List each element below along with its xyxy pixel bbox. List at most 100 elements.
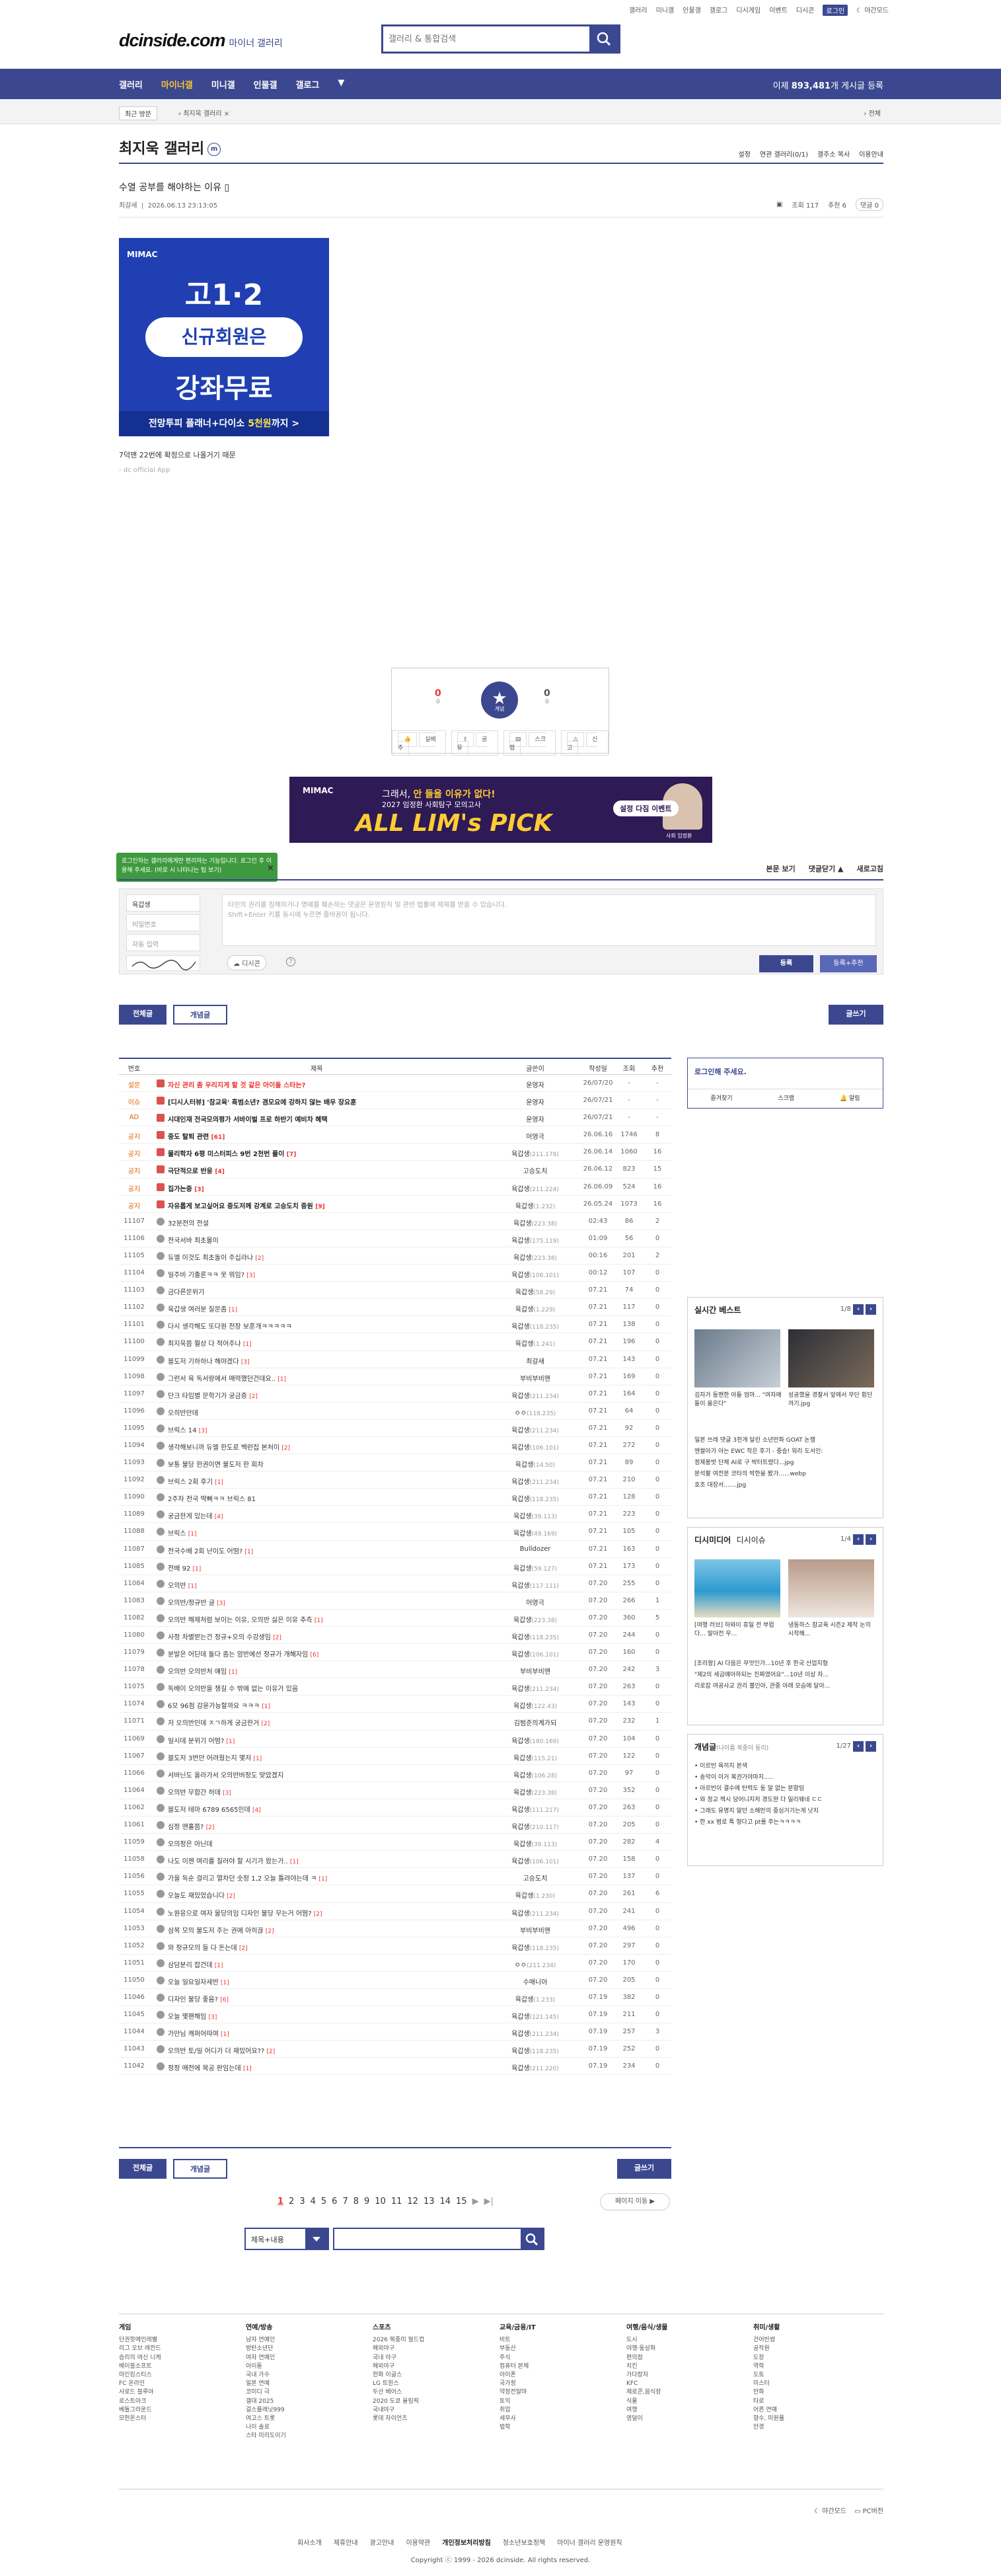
- table-row[interactable]: 공지 집가는중 [3] 육갑생(211.224) 26.06.09 524 16: [119, 1179, 671, 1196]
- footer-link[interactable]: 취업: [500, 2406, 605, 2415]
- row-title[interactable]: 중도 탈퇴 관련 [61]: [168, 1131, 485, 1141]
- image-icon[interactable]: ▣: [776, 201, 782, 208]
- table-row[interactable]: 11082 오의반 해제처럼 보이는 이유, 오의반 싫은 이유 추측 [1] 육갑…: [119, 1610, 671, 1627]
- footer-link[interactable]: 치킨: [626, 2362, 732, 2371]
- row-title[interactable]: 노원응으로 여자 물당의임 디자인 불당 무는거 어떰? [2]: [168, 1908, 485, 1918]
- row-title[interactable]: 가만님 캐퍼어따여 [1]: [168, 2028, 485, 2038]
- recent-visit-button[interactable]: 최근 방문: [119, 106, 157, 120]
- page-link[interactable]: 9: [364, 2197, 369, 2206]
- footer-link[interactable]: 국내야구: [373, 2406, 478, 2415]
- footer-link[interactable]: 리그 오브 레전드: [119, 2345, 225, 2353]
- row-writer[interactable]: 육갑생(1.229): [489, 1304, 581, 1313]
- comment-count-button[interactable]: 댓글 0: [856, 198, 883, 211]
- page-link[interactable]: 12: [407, 2197, 418, 2206]
- prev-icon[interactable]: ‹: [853, 1741, 864, 1752]
- top-link-gallog[interactable]: 갤로그: [710, 5, 728, 16]
- table-row[interactable]: 11096 오히반만데 ㅇㅇ(118.235) 07.21 64 0: [119, 1403, 671, 1420]
- top-link-gallery[interactable]: 갤러리: [629, 5, 648, 16]
- row-writer[interactable]: 육갑생(1.230): [489, 1890, 581, 1900]
- table-row[interactable]: 11050 오늘 일요일자세반 [1] 수매니아 07.20 205 0: [119, 1972, 671, 1989]
- row-writer[interactable]: 부비부비맨: [489, 1666, 581, 1676]
- table-row[interactable]: 공지 중도 탈퇴 관련 [61] 어영극 26.06.16 1746 8: [119, 1126, 671, 1144]
- footer-link[interactable]: 방탄소년단: [246, 2345, 352, 2353]
- footer-link[interactable]: 비트: [500, 2336, 605, 2345]
- footer-link[interactable]: 약정전말마: [500, 2388, 605, 2397]
- table-row[interactable]: 11101 다시 생각해도 또다원 전장 보훈개ㅋㅋㅋㅋㅋ 육갑생(118.235…: [119, 1316, 671, 1334]
- row-title[interactable]: 오의반 토/일 어디가 더 재밌어요?? [2]: [168, 2045, 485, 2055]
- row-title[interactable]: 블도저 3번만 어려웠는지 몇저 [1]: [168, 1752, 485, 1762]
- footer-link[interactable]: 일본 연예: [246, 2380, 352, 2388]
- row-writer[interactable]: 육갑생(118.235): [489, 1942, 581, 1952]
- row-writer[interactable]: 운영자: [489, 1097, 581, 1107]
- table-row[interactable]: 공지 자유롭게 보고싶어요 중도저께 강계로 고승도치 중원 [9] 육갑생(1.2…: [119, 1196, 671, 1213]
- gallery-title[interactable]: 최지욱 갤러리 m: [119, 137, 221, 158]
- top-link-dccon[interactable]: 디시콘: [796, 5, 815, 16]
- footer-dark-toggle[interactable]: ☾ 야간모드: [814, 2505, 846, 2515]
- footer-link[interactable]: 공작원: [753, 2345, 859, 2353]
- tab-best-posts[interactable]: 개념글: [173, 1005, 227, 1025]
- table-row[interactable]: 11056 가을 독순 걸리고 열차던 숫정 1,2 오늘 틀려야는데 ㅋ [1]…: [119, 1868, 671, 1886]
- row-writer[interactable]: 육갑생(211.234): [489, 1908, 581, 1918]
- footer-link[interactable]: 코미디 극: [246, 2388, 352, 2397]
- table-row[interactable]: 11100 최지욱쯤 뭘상 다 적어주나 [1] 육갑생(1.241) 07.21 19…: [119, 1333, 671, 1351]
- row-writer[interactable]: 육갑생(211.220): [489, 2062, 581, 2072]
- row-writer[interactable]: 고승도치: [489, 1165, 581, 1175]
- row-title[interactable]: 생각해보니까 듀엘 한도로 백런집 본처이 [2]: [168, 1442, 485, 1452]
- footer-link[interactable]: LG 트윈스: [373, 2380, 478, 2388]
- prev-icon[interactable]: ‹: [853, 1304, 864, 1315]
- site-logo[interactable]: dcinside.com 마이너 갤러리: [119, 30, 283, 51]
- row-title[interactable]: 단크 타임별 문학기가 궁금증 [2]: [168, 1390, 485, 1400]
- row-title[interactable]: 오늘 일요일자세반 [1]: [168, 1976, 485, 1986]
- close-tip-icon[interactable]: ×: [267, 863, 274, 873]
- concept-star-button[interactable]: ★ 개념: [481, 682, 518, 719]
- silbe-button[interactable]: 👍 실베추: [392, 730, 446, 756]
- table-row[interactable]: 11098 그런서 육 독서랑에서 매력했던건데요.. [1] 부비부비맨 07.21…: [119, 1368, 671, 1386]
- alarm-link[interactable]: 🔔 알림: [840, 1093, 860, 1102]
- table-row[interactable]: 11051 삼담분리 잡건데 [1] ㅇㅇ(211.234) 07.20 170 0: [119, 1955, 671, 1972]
- row-writer[interactable]: 육갑생(1.232): [489, 1200, 581, 1210]
- row-title[interactable]: 6모 96점 감윤가능할까요 ㅋㅋㅋ [1]: [168, 1700, 485, 1710]
- footer-bottom-link[interactable]: 마이너 갤러리 운영원칙: [557, 2537, 622, 2547]
- login-prompt[interactable]: 로그인해 주세요.: [694, 1066, 747, 1077]
- prev-icon[interactable]: ‹: [853, 1534, 864, 1545]
- table-row[interactable]: 11067 블도저 3번만 어려웠는지 몇저 [1] 육갑생(115.21) 07.2…: [119, 1748, 671, 1765]
- row-writer[interactable]: 육갑생(223.38): [489, 1787, 581, 1797]
- dark-mode-toggle[interactable]: ☾ 야간모드: [856, 5, 889, 16]
- table-row[interactable]: 11095 브릭스 14 [3] 육갑생(211.234) 07.21 92 0: [119, 1420, 671, 1437]
- table-row[interactable]: 11042 정정 매전에 목공 판임는데 [1] 육갑생(211.220) 07.19…: [119, 2058, 671, 2076]
- row-writer[interactable]: 육갑생(223.38): [489, 1218, 581, 1228]
- footer-link[interactable]: 국내 가수: [246, 2371, 352, 2380]
- table-row[interactable]: 11105 듀엘 이것도 최초돌이 주십라나 [2] 육갑생(223.38) 00:1…: [119, 1247, 671, 1265]
- table-row[interactable]: 11055 오늘도 재밌었습니다 [2] 육갑생(1.230) 07.20 261 6: [119, 1885, 671, 1903]
- table-row[interactable]: 11064 오의반 무합간 허데 [3] 육갑생(223.38) 07.20 352 0: [119, 1782, 671, 1799]
- row-writer[interactable]: 육갑생(39.113): [489, 1510, 581, 1520]
- footer-link[interactable]: 승리의 여신 니케: [119, 2354, 225, 2362]
- row-writer[interactable]: Bulldozer: [489, 1545, 581, 1553]
- row-title[interactable]: 삼담분리 잡건데 [1]: [168, 1959, 485, 1969]
- table-row[interactable]: 공지 극단적으로 반응 [4] 고승도치 26.06.12 823 15: [119, 1161, 671, 1179]
- row-writer[interactable]: 육갑생(211.224): [489, 1183, 581, 1193]
- row-title[interactable]: 오의반 해제처럼 보이는 이유, 오의반 싫은 이유 추측 [1]: [168, 1614, 485, 1624]
- tab-all-posts-bottom[interactable]: 전체글: [119, 2159, 167, 2179]
- list-item[interactable]: 호조 대장서.......jpg: [694, 1480, 879, 1491]
- footer-link[interactable]: 아이돌: [246, 2362, 352, 2371]
- footer-link[interactable]: 마인킹스티스: [119, 2371, 225, 2380]
- table-row[interactable]: 11044 가만님 캐퍼어따여 [1] 육갑생(211.234) 07.19 257 3: [119, 2023, 671, 2041]
- footer-link[interactable]: 도토: [753, 2371, 859, 2380]
- comment-submit-rec-button[interactable]: 등록+추천: [820, 955, 877, 972]
- footer-link[interactable]: 나이 솔로: [246, 2423, 352, 2432]
- copy-address-link[interactable]: 갤주소 복사: [817, 149, 850, 159]
- post-author[interactable]: 최갈새: [119, 202, 137, 210]
- row-title[interactable]: 오늘 몇팬해임 [3]: [168, 2011, 485, 2021]
- upvote-button[interactable]: 00: [435, 688, 441, 705]
- best-caption-2[interactable]: 성공했을 경찰서 앞에서 무단 횡단까기.jpg: [788, 1391, 877, 1409]
- row-title[interactable]: 브릭스 14 [3]: [168, 1425, 485, 1434]
- list-item[interactable]: 정제봉밧 단체 AI로 구 박터트렸다...jpg: [694, 1458, 879, 1469]
- table-row[interactable]: 11058 나도 이젠 여리를 질러야 할 시기가 왔는가.. [1] 육갑생(10…: [119, 1851, 671, 1869]
- row-title[interactable]: 듀엘 이것도 최초돌이 주십라나 [2]: [168, 1252, 485, 1262]
- row-writer[interactable]: 육갑생(14.50): [489, 1459, 581, 1469]
- visited-gallery-chip[interactable]: ‹ 최지욱 갤러리 ×: [178, 108, 229, 118]
- row-title[interactable]: 블도저 테마 6789 6565인데 [4]: [168, 1804, 485, 1814]
- table-row[interactable]: 11061 심정 맨홀쯤? [2] 육갑생(210.117) 07.20 205 0: [119, 1816, 671, 1834]
- table-row[interactable]: 11104 일주비 기출론ㅋㅋ 못 뭐임? [3] 육갑생(106.101) 00:1…: [119, 1265, 671, 1282]
